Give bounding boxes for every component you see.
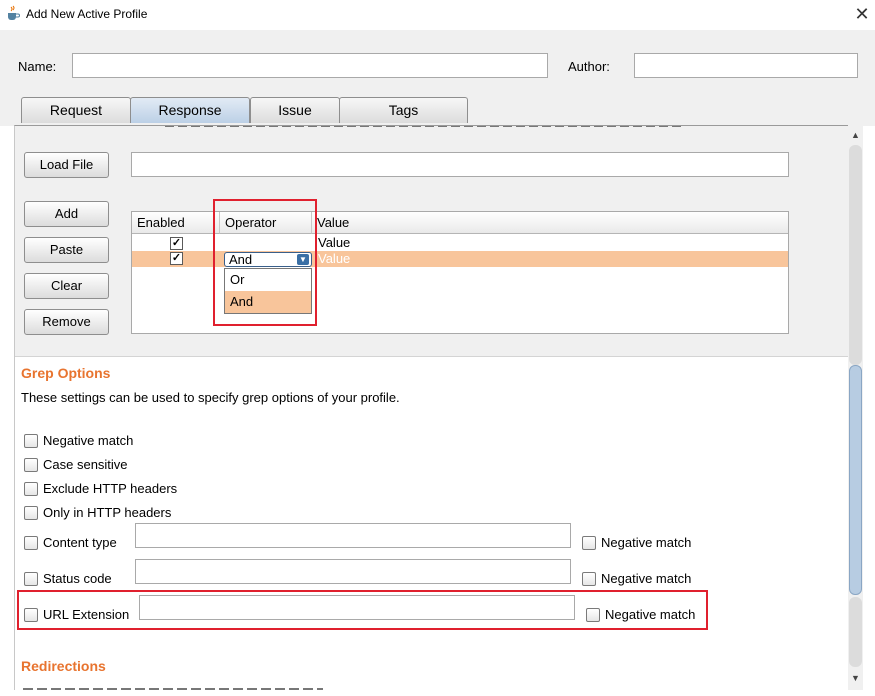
window-title: Add New Active Profile bbox=[26, 7, 148, 21]
tab-request[interactable]: Request bbox=[21, 97, 131, 123]
content-type-checkbox[interactable] bbox=[24, 536, 38, 550]
content-type-input[interactable] bbox=[135, 523, 571, 548]
grep-options-panel: Grep Options These settings can be used … bbox=[15, 357, 848, 690]
match-panel: Load File Add Paste Clear Remove Enabled… bbox=[15, 126, 848, 356]
grep-options-title: Grep Options bbox=[21, 365, 111, 381]
clipped-text-line bbox=[23, 683, 323, 690]
java-cup-icon bbox=[8, 5, 20, 20]
title-bar: Add New Active Profile ✕ bbox=[0, 0, 875, 30]
tab-response[interactable]: Response bbox=[130, 97, 250, 123]
status-code-checkbox[interactable] bbox=[24, 572, 38, 586]
clear-button[interactable]: Clear bbox=[24, 273, 109, 299]
value-cell[interactable]: Value bbox=[318, 235, 350, 251]
content-type-negative-label[interactable]: Negative match bbox=[601, 535, 691, 550]
status-code-negative-label[interactable]: Negative match bbox=[601, 571, 691, 586]
scroll-thumb[interactable] bbox=[849, 365, 862, 595]
value-cell[interactable]: Value bbox=[318, 251, 350, 267]
status-code-negative-checkbox[interactable] bbox=[582, 572, 596, 586]
add-button[interactable]: Add bbox=[24, 201, 109, 227]
close-icon[interactable]: ✕ bbox=[852, 2, 872, 26]
name-input[interactable] bbox=[72, 53, 548, 78]
grep-options-description: These settings can be used to specify gr… bbox=[21, 390, 400, 405]
name-label: Name: bbox=[18, 59, 57, 74]
clipped-text-line bbox=[165, 126, 685, 128]
enabled-checkbox[interactable]: ✓ bbox=[170, 252, 183, 265]
scroll-track[interactable] bbox=[849, 597, 862, 667]
remove-button[interactable]: Remove bbox=[24, 309, 109, 335]
arrow-up-icon[interactable]: ▲ bbox=[848, 127, 863, 143]
column-header-value[interactable]: Value bbox=[312, 212, 788, 234]
url-extension-highlight-box bbox=[17, 590, 708, 630]
paste-button[interactable]: Paste bbox=[24, 237, 109, 263]
load-file-button[interactable]: Load File bbox=[24, 152, 109, 178]
author-input[interactable] bbox=[634, 53, 858, 78]
only-in-http-headers-checkbox[interactable] bbox=[24, 506, 38, 520]
status-code-label[interactable]: Status code bbox=[43, 571, 112, 586]
arrow-down-icon[interactable]: ▼ bbox=[848, 670, 863, 686]
load-file-path-input[interactable] bbox=[131, 152, 789, 177]
exclude-http-headers-label[interactable]: Exclude HTTP headers bbox=[43, 481, 177, 496]
redirections-title: Redirections bbox=[21, 658, 106, 674]
author-label: Author: bbox=[568, 59, 610, 74]
response-tab-content: Load File Add Paste Clear Remove Enabled… bbox=[14, 125, 848, 690]
case-sensitive-checkbox[interactable] bbox=[24, 458, 38, 472]
scroll-track[interactable] bbox=[849, 145, 862, 365]
tab-issue[interactable]: Issue bbox=[250, 97, 340, 123]
tab-tags[interactable]: Tags bbox=[339, 97, 468, 123]
case-sensitive-label[interactable]: Case sensitive bbox=[43, 457, 128, 472]
column-header-enabled[interactable]: Enabled bbox=[132, 212, 220, 234]
content-type-negative-checkbox[interactable] bbox=[582, 536, 596, 550]
content-type-label[interactable]: Content type bbox=[43, 535, 117, 550]
exclude-http-headers-checkbox[interactable] bbox=[24, 482, 38, 496]
only-in-http-headers-label[interactable]: Only in HTTP headers bbox=[43, 505, 171, 520]
status-code-input[interactable] bbox=[135, 559, 571, 584]
enabled-checkbox[interactable]: ✓ bbox=[170, 237, 183, 250]
negative-match-label[interactable]: Negative match bbox=[43, 433, 133, 448]
vertical-scrollbar[interactable]: ▲ ▼ bbox=[848, 125, 863, 690]
operator-highlight-box bbox=[213, 199, 317, 326]
negative-match-checkbox[interactable] bbox=[24, 434, 38, 448]
